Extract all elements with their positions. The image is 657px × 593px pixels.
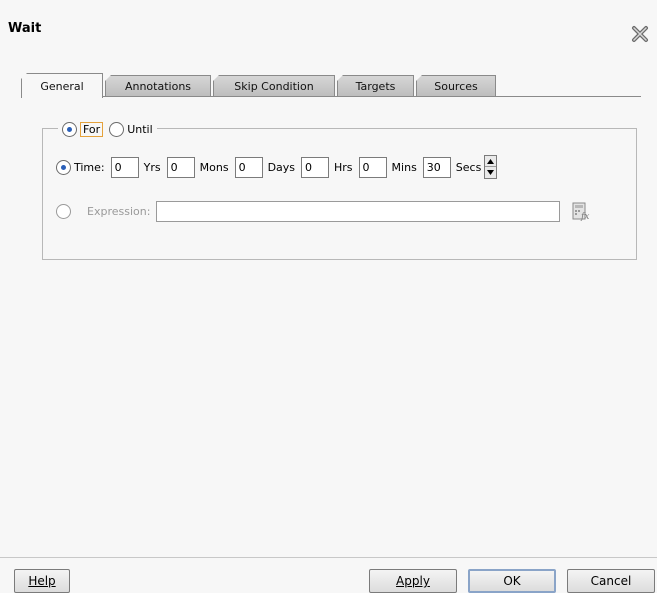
ok-button[interactable]: OK [468,569,556,593]
until-radio[interactable] [109,121,125,137]
for-label[interactable]: For [80,121,104,137]
expression-label: Expression: [87,205,151,218]
apply-button[interactable]: Apply [369,569,457,593]
seconds-field[interactable]: 30 [422,156,451,178]
seconds-unit: Secs [455,160,482,174]
time-radio[interactable] [56,159,71,175]
months-unit: Mons [199,160,229,174]
seconds-spinner[interactable] [484,155,498,179]
tab-skip-condition[interactable]: Skip Condition [213,75,335,97]
wait-options-group [42,128,637,260]
hours-unit: Hrs [334,160,353,174]
tab-general[interactable]: General [21,73,103,98]
days-field[interactable]: 0 [234,156,263,178]
expression-builder-icon[interactable]: fx [571,202,590,221]
minutes-field[interactable]: 0 [358,156,387,178]
months-field[interactable]: 0 [166,156,195,178]
until-label[interactable]: Until [127,123,152,136]
spinner-down-icon[interactable] [485,167,496,178]
tab-targets[interactable]: Targets [337,75,414,97]
time-label: Time: [74,160,105,174]
tab-annotations[interactable]: Annotations [105,75,211,97]
mode-legend: For Until [58,119,157,139]
minutes-unit: Mins [391,160,417,174]
expression-input[interactable] [156,201,561,222]
help-button[interactable]: Help [14,569,70,593]
tab-baseline-right [496,96,641,97]
days-unit: Days [267,160,296,174]
footer-separator [0,557,657,558]
tab-bar: General Annotations Skip Condition Targe… [21,73,641,98]
time-row: Time: 0 Yrs 0 Mons 0 Days 0 Hrs 0 Mins 3… [56,155,498,179]
tab-sources[interactable]: Sources [416,75,496,97]
dialog-title: Wait [8,21,42,36]
spinner-up-icon[interactable] [485,156,497,167]
for-radio[interactable] [62,121,77,137]
svg-text:fx: fx [580,212,589,221]
expression-row: Expression: fx [56,201,590,222]
years-unit: Yrs [143,160,161,174]
expression-radio[interactable] [56,204,71,219]
hours-field[interactable]: 0 [301,156,330,178]
years-field[interactable]: 0 [110,156,139,178]
cancel-button[interactable]: Cancel [567,569,655,593]
close-icon[interactable] [631,25,649,43]
